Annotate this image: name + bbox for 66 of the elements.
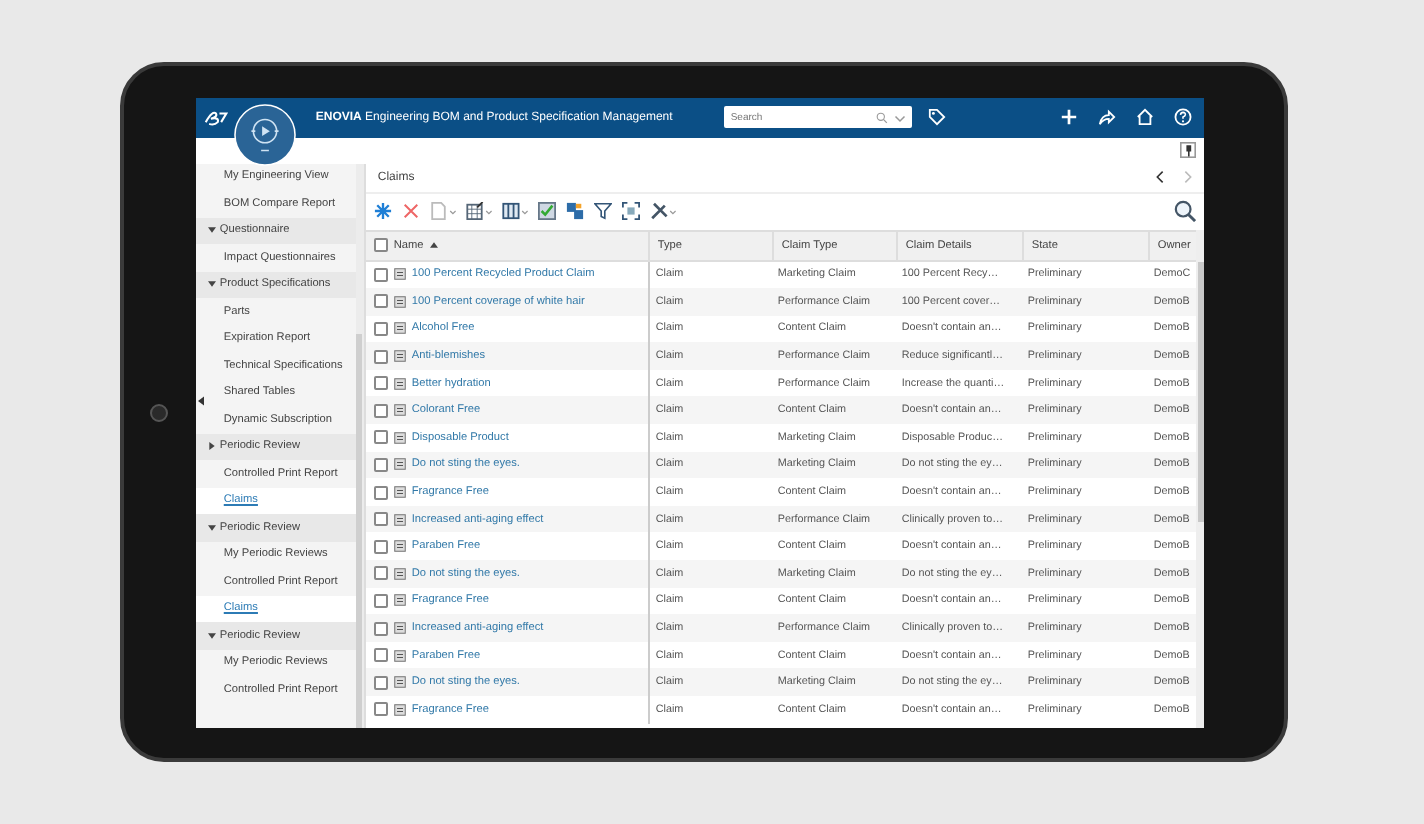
- caret-icon[interactable]: [894, 111, 907, 123]
- search-icon[interactable]: [1174, 200, 1197, 222]
- help-icon[interactable]: [1174, 108, 1193, 126]
- collapse-icon[interactable]: [197, 395, 204, 405]
- row-checkbox[interactable]: [373, 648, 388, 663]
- claim-icon: [393, 486, 406, 499]
- claim-icon: [393, 458, 406, 471]
- grid-select-icon[interactable]: [621, 202, 640, 220]
- row-checkbox[interactable]: [373, 267, 388, 282]
- row-checkbox[interactable]: [373, 512, 388, 527]
- share-icon[interactable]: [1098, 108, 1117, 126]
- tag-icon[interactable]: [928, 108, 947, 126]
- checkbox-list-icon[interactable]: [537, 202, 556, 220]
- claim-icon: [393, 703, 406, 716]
- claim-icon: [393, 676, 406, 689]
- row-checkbox[interactable]: [373, 539, 388, 554]
- new-document-icon[interactable]: [429, 202, 456, 220]
- claim-icon: [393, 431, 406, 444]
- chevron-right-icon[interactable]: [1184, 170, 1193, 184]
- row-checkbox[interactable]: [373, 593, 388, 608]
- row-checkbox[interactable]: [373, 294, 388, 309]
- row-checkbox[interactable]: [373, 702, 388, 717]
- expanded-icon: [207, 280, 216, 289]
- expanded-icon: [207, 226, 216, 235]
- claim-icon: [393, 350, 406, 363]
- claim-icon: [393, 540, 406, 553]
- sort-icon[interactable]: [429, 242, 438, 248]
- filter-icon[interactable]: [593, 202, 612, 220]
- columns-icon[interactable]: [501, 202, 528, 220]
- chevron-left-icon[interactable]: [1156, 170, 1165, 184]
- row-checkbox[interactable]: [373, 457, 388, 472]
- claim-icon: [393, 513, 406, 526]
- select-all-checkbox[interactable]: [373, 238, 388, 252]
- copy-icon[interactable]: [565, 202, 584, 220]
- scrollbar[interactable]: [355, 163, 364, 727]
- delete-icon[interactable]: [401, 202, 420, 220]
- claim-icon: [393, 567, 406, 580]
- row-checkbox[interactable]: [373, 566, 388, 581]
- claim-icon: [393, 322, 406, 335]
- claim-icon: [393, 268, 406, 281]
- pin-icon[interactable]: [1180, 142, 1197, 158]
- collapsed-icon: [207, 442, 216, 451]
- claim-icon: [393, 377, 406, 390]
- row-checkbox[interactable]: [373, 430, 388, 445]
- row-checkbox[interactable]: [373, 403, 388, 418]
- claim-icon: [393, 649, 406, 662]
- row-checkbox[interactable]: [373, 485, 388, 500]
- compass-icon[interactable]: [233, 103, 296, 165]
- home-button[interactable]: [150, 403, 169, 421]
- row-checkbox[interactable]: [373, 376, 388, 391]
- claim-icon: [393, 594, 406, 607]
- row-checkbox[interactable]: [373, 321, 388, 336]
- claim-icon: [393, 404, 406, 417]
- expanded-icon: [207, 523, 216, 532]
- add-icon[interactable]: [1060, 108, 1079, 126]
- home-icon[interactable]: [1136, 108, 1155, 126]
- scrollbar[interactable]: [1196, 229, 1205, 727]
- logo-icon: [203, 108, 228, 126]
- row-checkbox[interactable]: [373, 349, 388, 364]
- table-edit-icon[interactable]: [465, 202, 492, 220]
- row-checkbox[interactable]: [373, 675, 388, 690]
- claim-icon: [393, 622, 406, 635]
- claim-icon: [393, 295, 406, 308]
- row-checkbox[interactable]: [373, 621, 388, 636]
- expanded-icon: [207, 631, 216, 640]
- asterisk-icon[interactable]: [373, 202, 392, 220]
